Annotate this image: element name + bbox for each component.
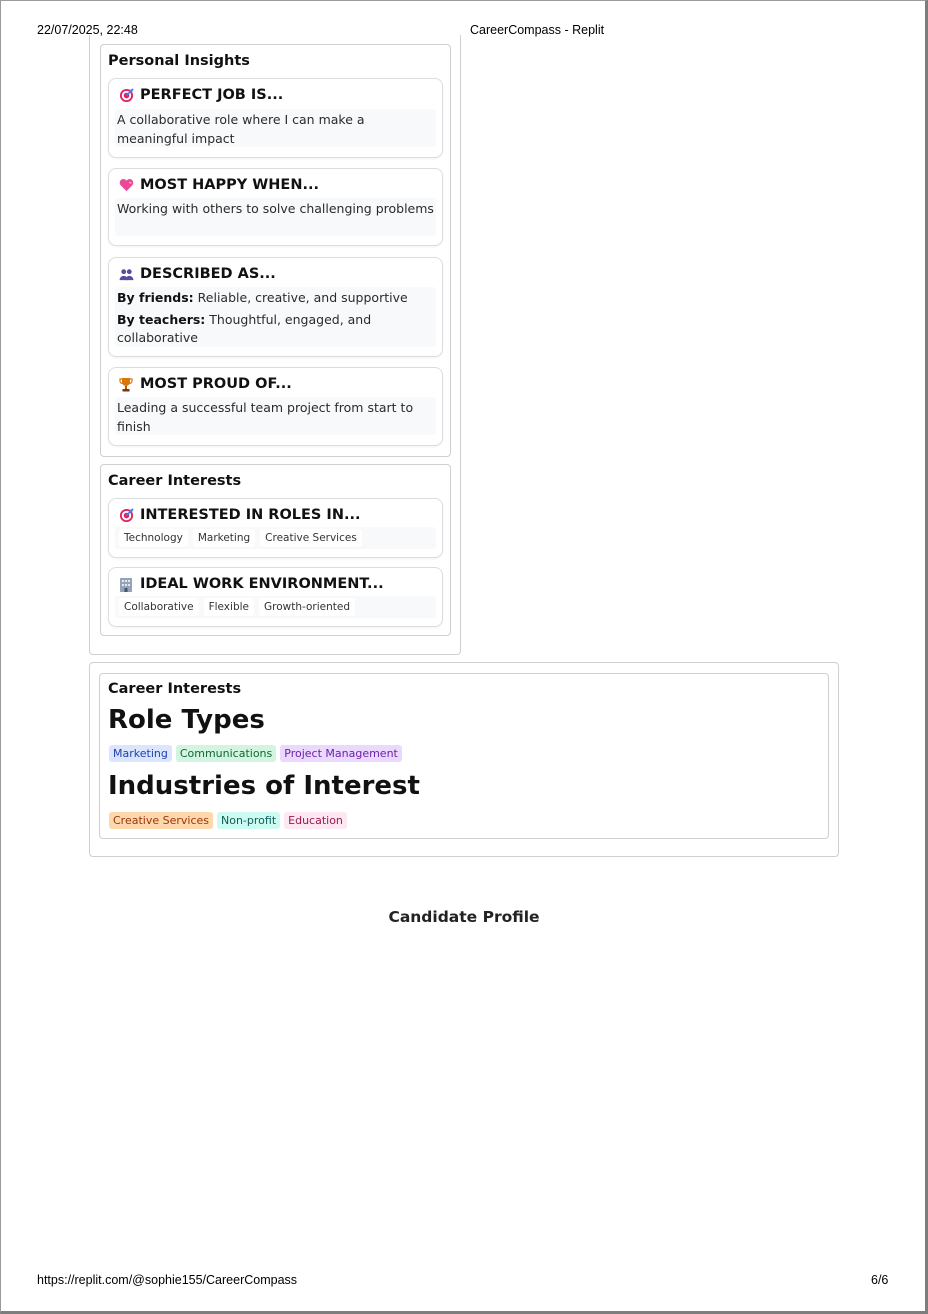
role-types-heading: Role Types	[108, 705, 265, 735]
print-url: https://replit.com/@sophie155/CareerComp…	[37, 1273, 298, 1287]
interested-roles-panel: INTERESTED IN ROLES IN... Technology Mar…	[108, 498, 443, 558]
heart-icon	[118, 177, 134, 193]
roles-chip-container: Technology Marketing Creative Services	[115, 527, 436, 549]
insight-label: PERFECT JOB IS...	[140, 87, 284, 103]
office-building-icon	[118, 576, 134, 592]
chip-technology: Technology	[119, 529, 188, 547]
career-interests-title: Career Interests	[108, 473, 242, 489]
insight-text: A collaborative role where I can make a …	[115, 109, 436, 147]
print-title: CareerCompass - Replit	[470, 23, 605, 37]
insight-label: MOST PROUD OF...	[140, 376, 292, 392]
tag-creative-services: Creative Services	[109, 812, 213, 829]
insight-label: IDEAL WORK ENVIRONMENT...	[140, 576, 384, 592]
insight-label: INTERESTED IN ROLES IN...	[140, 507, 361, 523]
insight-label: MOST HAPPY WHEN...	[140, 177, 319, 193]
chip-creative-services: Creative Services	[260, 529, 362, 547]
chip-growth-oriented: Growth-oriented	[258, 598, 355, 616]
chip-marketing: Marketing	[192, 529, 256, 547]
career-interests-section: Career Interests Role Types Marketing Co…	[89, 662, 839, 857]
environment-chip-container: Collaborative Flexible Growth-oriented	[115, 596, 436, 618]
tag-non-profit: Non-profit	[217, 812, 281, 829]
insight-label: DESCRIBED AS...	[140, 266, 276, 282]
friends-text: Reliable, creative, and supportive	[197, 290, 408, 305]
career-interests-large-title: Career Interests	[108, 681, 242, 697]
print-page-number: 6/6	[871, 1273, 889, 1287]
chip-flexible: Flexible	[203, 598, 254, 616]
described-by-friends: By friends: Reliable, creative, and supp…	[117, 289, 434, 308]
candidate-profile-title: Candidate Profile	[388, 908, 540, 926]
insight-perfect-job: PERFECT JOB IS... A collaborative role w…	[108, 78, 443, 158]
tag-marketing: Marketing	[109, 745, 172, 762]
personal-insights-card: Personal Insights PERFECT JOB IS... A co…	[100, 44, 451, 457]
teachers-prefix: By teachers:	[117, 311, 206, 327]
target-icon	[118, 507, 134, 523]
people-icon	[118, 266, 134, 282]
chip-collaborative: Collaborative	[119, 598, 199, 616]
career-interests-card-small: Career Interests INTERESTED IN ROLES IN.…	[100, 464, 451, 636]
friends-prefix: By friends:	[117, 290, 194, 305]
trophy-icon	[118, 376, 134, 392]
described-by-teachers: By teachers: Thoughtful, engaged, and co…	[117, 311, 434, 348]
target-icon	[118, 87, 134, 103]
role-types-tags: Marketing Communications Project Managem…	[109, 745, 402, 762]
insight-most-proud: MOST PROUD OF... Leading a successful te…	[108, 367, 443, 446]
insight-most-happy: MOST HAPPY WHEN... Working with others t…	[108, 168, 443, 246]
tag-education: Education	[284, 812, 347, 829]
insight-text: Working with others to solve challenging…	[115, 198, 436, 236]
insight-text: Leading a successful team project from s…	[115, 397, 436, 435]
industries-heading: Industries of Interest	[108, 771, 420, 801]
insight-text-group: By friends: Reliable, creative, and supp…	[115, 287, 436, 347]
profile-left-column: Personal Insights PERFECT JOB IS... A co…	[89, 35, 461, 655]
ideal-environment-panel: IDEAL WORK ENVIRONMENT... Collaborative …	[108, 567, 443, 627]
career-interests-card-large: Career Interests Role Types Marketing Co…	[99, 673, 829, 839]
tag-project-management: Project Management	[280, 745, 402, 762]
tag-communications: Communications	[175, 745, 277, 762]
personal-insights-title: Personal Insights	[108, 53, 250, 69]
industries-tags: Creative Services Non-profit Education	[109, 812, 347, 829]
insight-described-as: DESCRIBED AS... By friends: Reliable, cr…	[108, 257, 443, 357]
